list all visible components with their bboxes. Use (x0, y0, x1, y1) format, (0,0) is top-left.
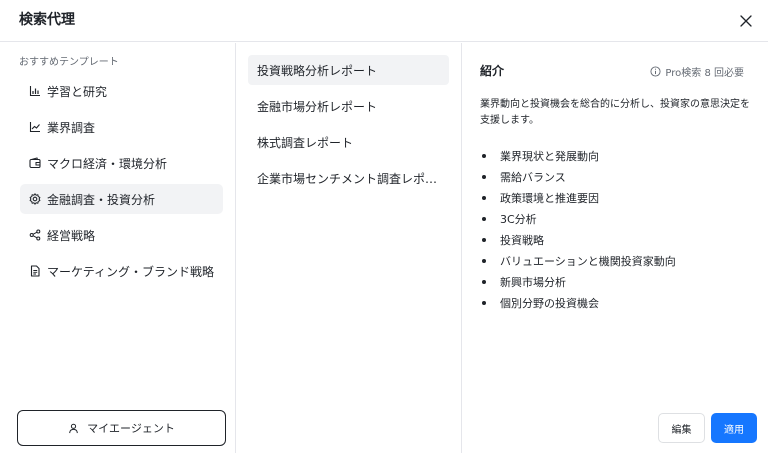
pro-search-quota: Pro検索 8 回必要 (650, 64, 744, 79)
bar-chart-icon (28, 85, 41, 98)
template-item-financial-market[interactable]: 金融市場分析レポート (248, 91, 449, 121)
category-item-industry-research[interactable]: 業界調査 (20, 112, 223, 142)
share-nodes-icon (28, 229, 41, 242)
template-list: 投資戦略分析レポート 金融市場分析レポート 株式調査レポート 企業市場センチメン… (248, 55, 449, 199)
feature-item: 3C分析 (480, 208, 750, 229)
my-agent-label: マイエージェント (87, 422, 175, 435)
search-agent-dialog: 検索代理 おすすめテンプレート 学習と研究 業界調査 マクロ経済・環境分析 金融… (0, 0, 768, 453)
feature-item: 新興市場分析 (480, 271, 750, 292)
template-item-investment-strategy[interactable]: 投資戦略分析レポート (248, 55, 449, 85)
category-label: 金融調査・投資分析 (47, 192, 156, 207)
category-label: 業界調査 (47, 120, 96, 135)
category-list: 学習と研究 業界調査 マクロ経済・環境分析 金融調査・投資分析 経営戦略 マーケ… (20, 76, 223, 292)
feature-item: 投資戦略 (480, 229, 750, 250)
category-panel: おすすめテンプレート 学習と研究 業界調査 マクロ経済・環境分析 金融調査・投資… (0, 43, 236, 453)
dialog-title: 検索代理 (19, 12, 75, 28)
dialog-header: 検索代理 (0, 0, 768, 42)
close-icon (740, 15, 752, 27)
close-button[interactable] (736, 11, 756, 31)
feature-item: バリュエーションと機関投資家動向 (480, 250, 750, 271)
recommended-templates-label: おすすめテンプレート (19, 57, 119, 68)
feature-item: 政策環境と推進要因 (480, 187, 750, 208)
template-item-equity-research[interactable]: 株式調査レポート (248, 127, 449, 157)
edit-button[interactable]: 編集 (658, 413, 705, 443)
category-label: マクロ経済・環境分析 (47, 156, 168, 171)
category-item-business-strategy[interactable]: 経営戦略 (20, 220, 223, 250)
user-icon (69, 423, 79, 433)
detail-panel: 紹介 Pro検索 8 回必要 業界動向と投資機会を総合的に分析し、投資家の意思決… (462, 43, 768, 453)
category-item-marketing-brand[interactable]: マーケティング・ブランド戦略 (20, 256, 223, 286)
feature-item: 需給バランス (480, 166, 750, 187)
template-item-market-sentiment[interactable]: 企業市場センチメント調査レポ… (248, 163, 449, 193)
intro-title: 紹介 (480, 64, 505, 78)
template-label: 投資戦略分析レポート (257, 63, 378, 78)
category-item-macro-economy[interactable]: マクロ経済・環境分析 (20, 148, 223, 178)
feature-item: 個別分野の投資機会 (480, 292, 750, 313)
document-icon (28, 265, 41, 278)
category-label: 経営戦略 (47, 228, 96, 243)
wallet-icon (28, 157, 41, 170)
feature-list: 業界現状と発展動向 需給バランス 政策環境と推進要因 3C分析 投資戦略 バリュ… (480, 145, 750, 313)
template-label: 株式調査レポート (257, 135, 354, 150)
my-agent-button[interactable]: マイエージェント (17, 410, 226, 446)
template-label: 企業市場センチメント調査レポ… (257, 171, 438, 186)
category-label: 学習と研究 (47, 84, 108, 99)
template-label: 金融市場分析レポート (257, 99, 378, 114)
apply-button[interactable]: 適用 (711, 413, 757, 443)
info-icon (650, 66, 661, 77)
category-item-financial-investment[interactable]: 金融調査・投資分析 (20, 184, 223, 214)
template-panel: 投資戦略分析レポート 金融市場分析レポート 株式調査レポート 企業市場センチメン… (236, 43, 462, 453)
quota-text: Pro検索 8 回必要 (665, 68, 744, 79)
category-item-learning-research[interactable]: 学習と研究 (20, 76, 223, 106)
gear-icon (28, 193, 41, 206)
template-description: 業界動向と投資機会を総合的に分析し、投資家の意思決定を支援します。 (480, 99, 750, 126)
category-label: マーケティング・ブランド戦略 (47, 264, 215, 279)
line-chart-icon (28, 121, 41, 134)
feature-item: 業界現状と発展動向 (480, 145, 750, 166)
